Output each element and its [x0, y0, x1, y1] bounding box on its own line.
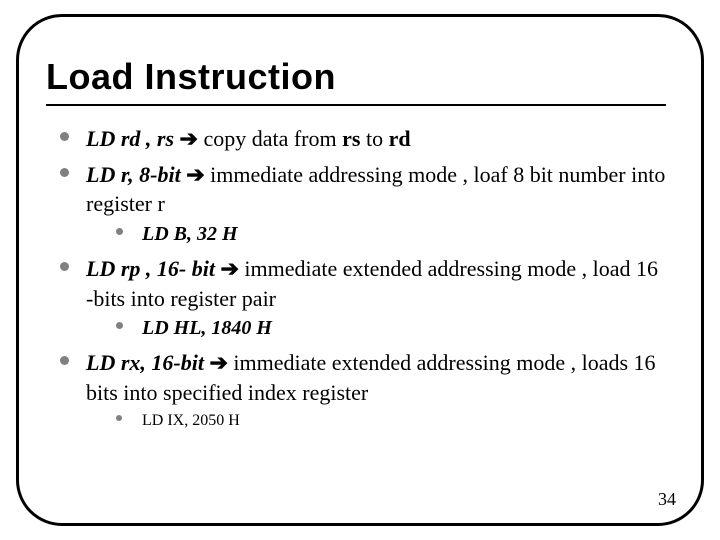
instruction-text: LD rx, 16-bit — [86, 350, 209, 375]
page-number: 34 — [658, 489, 676, 510]
desc-text: to — [360, 126, 388, 151]
sub-bullet-item: LD HL, 1840 H — [114, 315, 668, 342]
arrow-icon: ➔ — [186, 162, 204, 187]
sub-bullet-item: LD IX, 2050 H — [114, 410, 668, 432]
instruction-text: LD r, 8-bit — [86, 162, 186, 187]
instruction-text: LD rd , rs — [86, 126, 180, 151]
bullet-item-2: LD r, 8-bit ➔ immediate addressing mode … — [58, 160, 668, 248]
slide-body: LD rd , rs ➔ copy data from rs to rd LD … — [58, 124, 668, 437]
title-underline — [46, 104, 666, 106]
bullet-item-1: LD rd , rs ➔ copy data from rs to rd — [58, 124, 668, 154]
bullet-dot-icon — [60, 262, 69, 271]
emph-text: rd — [389, 126, 411, 151]
example-text: LD HL, 1840 H — [142, 317, 272, 339]
arrow-icon: ➔ — [220, 256, 238, 281]
example-text: LD B, 32 H — [142, 223, 238, 245]
arrow-icon: ➔ — [180, 126, 198, 151]
sub-bullet-dot-icon — [116, 415, 122, 421]
bullet-item-3: LD rp , 16- bit ➔ immediate extended add… — [58, 254, 668, 342]
instruction-text: LD rp , 16- bit — [86, 256, 220, 281]
desc-text: copy data from — [198, 126, 342, 151]
bullet-dot-icon — [60, 132, 69, 141]
sub-bullet-item: LD B, 32 H — [114, 221, 668, 248]
sub-bullet-dot-icon — [116, 322, 123, 329]
slide-title: Load Instruction — [46, 56, 336, 98]
bullet-item-4: LD rx, 16-bit ➔ immediate extended addre… — [58, 348, 668, 431]
sub-bullet-dot-icon — [116, 228, 123, 235]
bullet-dot-icon — [60, 168, 69, 177]
example-text: LD IX, 2050 H — [142, 412, 240, 429]
emph-text: rs — [342, 126, 360, 151]
slide: Load Instruction LD rd , rs ➔ copy data … — [0, 0, 720, 540]
arrow-icon: ➔ — [209, 350, 227, 375]
bullet-dot-icon — [60, 356, 69, 365]
